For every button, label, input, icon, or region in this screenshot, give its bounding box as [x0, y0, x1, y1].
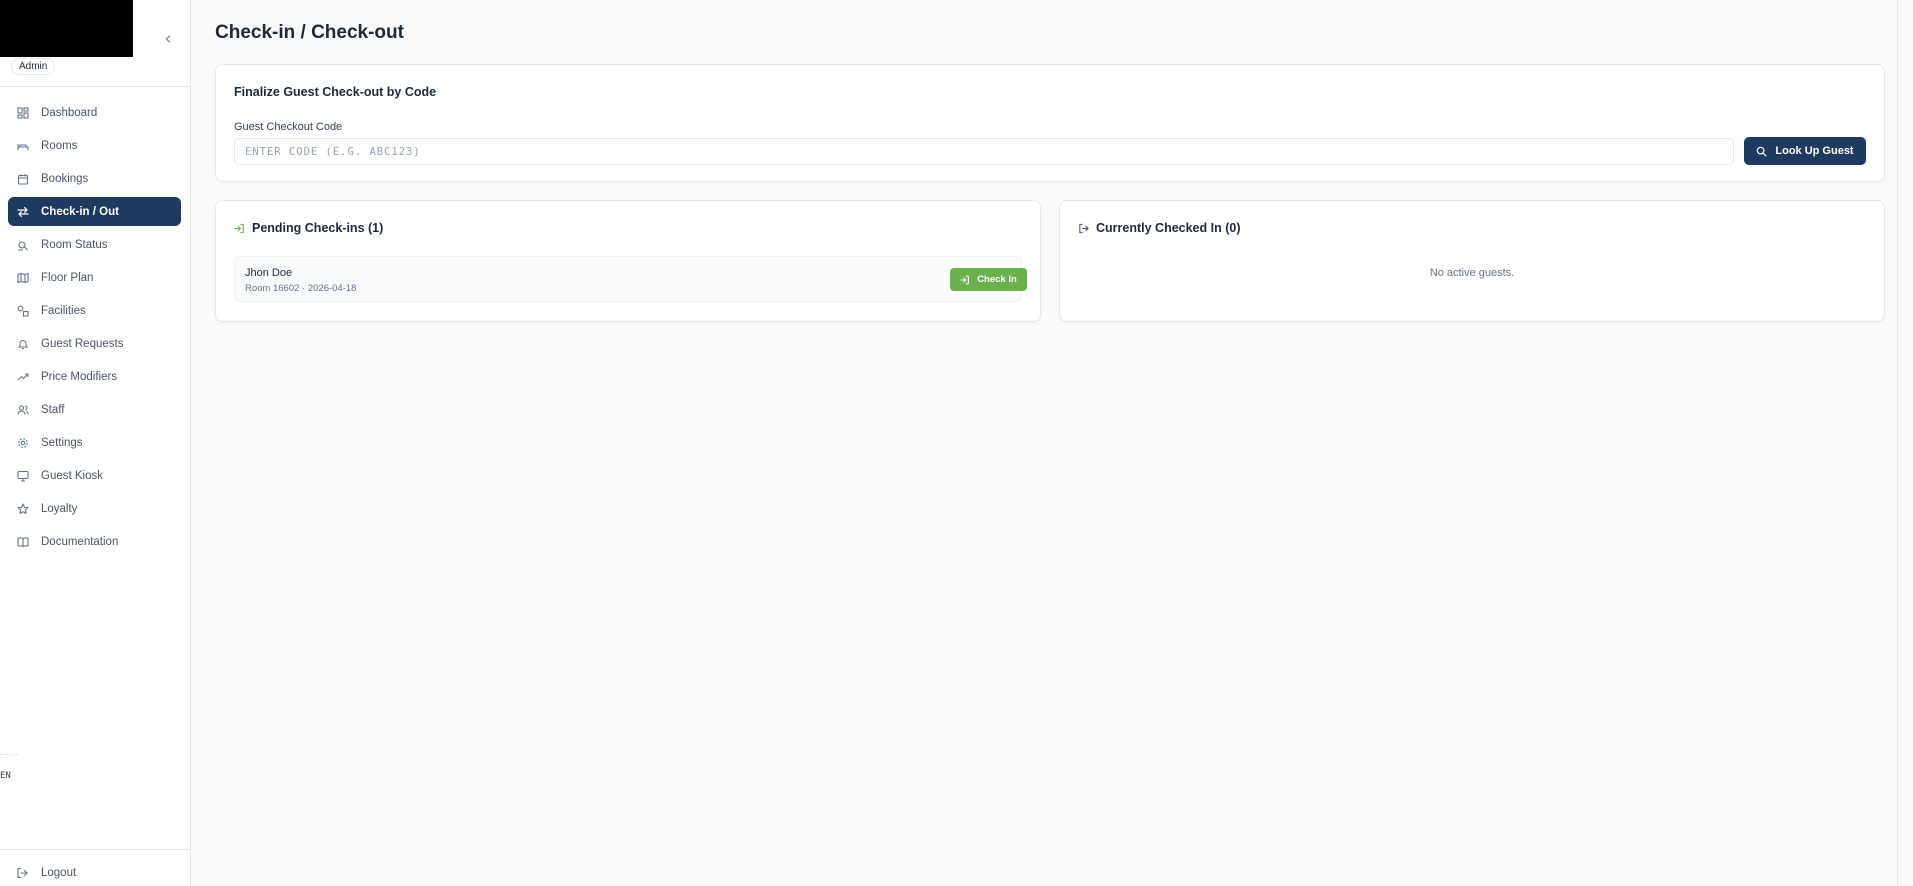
guest-name: Jhon Doe [245, 267, 293, 279]
sidebar-item-guest-requests[interactable]: Guest Requests [8, 329, 181, 358]
finalize-checkout-card: Finalize Guest Check-out by Code Guest C… [215, 64, 1885, 182]
role-badge: Admin [11, 58, 56, 75]
sidebar-item-label: Price Modifiers [41, 370, 118, 383]
sidebar-item-price-modifiers[interactable]: Price Modifiers [8, 362, 181, 391]
map-icon [16, 271, 30, 285]
sidebar-item-label: Check-in / Out [41, 205, 119, 218]
dashboard-icon [16, 106, 30, 120]
list-item: Jhon Doe Room 16602 · 2026-04-18 Check I… [234, 256, 1027, 302]
sidebar-item-label: Floor Plan [41, 271, 94, 284]
calendar-icon [16, 172, 30, 186]
monitor-icon [16, 469, 30, 483]
bed-icon [16, 139, 30, 153]
language-separator: ...... [0, 748, 20, 757]
guest-room-date: Room 16602 · 2026-04-18 [245, 283, 357, 294]
book-icon [16, 535, 30, 549]
checked-in-card-title: Currently Checked In (0) [1096, 221, 1241, 235]
logout-divider [0, 849, 190, 850]
look-up-guest-label: Look Up Guest [1775, 145, 1854, 157]
finalize-card-title: Finalize Guest Check-out by Code [234, 85, 437, 99]
sidebar-item-room-status[interactable]: Room Status [8, 230, 181, 259]
star-icon [16, 502, 30, 516]
sidebar-item-guest-kiosk[interactable]: Guest Kiosk [8, 461, 181, 490]
sidebar-item-documentation[interactable]: Documentation [8, 527, 181, 556]
pending-card-title: Pending Check-ins (1) [252, 221, 384, 235]
page-title: Check-in / Check-out [215, 22, 404, 43]
sidebar-item-settings[interactable]: Settings [8, 428, 181, 457]
sidebar-item-label: Settings [41, 436, 83, 449]
sidebar-item-label: Staff [41, 403, 65, 416]
pending-checkins-card: Pending Check-ins (1) Jhon Doe Room 1660… [215, 200, 1041, 322]
sidebar-item-dashboard[interactable]: Dashboard [8, 98, 181, 127]
collapse-sidebar-button[interactable] [161, 33, 175, 47]
sidebar-divider [0, 86, 190, 87]
sidebar-item-label: Loyalty [41, 502, 78, 515]
sidebar-item-bookings[interactable]: Bookings [8, 164, 181, 193]
sidebar-item-label: Bookings [41, 172, 89, 185]
empty-state: No active guests. [1429, 267, 1515, 279]
sidebar: Admin Dashboard Rooms Bookings Check-in … [0, 0, 191, 886]
look-up-guest-button[interactable]: Look Up Guest [1744, 137, 1866, 165]
scrollbar-track[interactable] [1897, 0, 1898, 886]
sidebar-item-label: Room Status [41, 238, 108, 251]
pending-card-header: Pending Check-ins (1) [234, 221, 383, 235]
login-icon [234, 222, 246, 234]
spray-icon [16, 238, 30, 252]
logout-icon [1078, 222, 1090, 234]
sidebar-item-label: Rooms [41, 139, 78, 152]
sidebar-item-label: Guest Requests [41, 337, 124, 350]
logo [0, 0, 133, 57]
logout-button[interactable]: Logout [16, 866, 76, 880]
sidebar-item-staff[interactable]: Staff [8, 395, 181, 424]
checkout-code-label: Guest Checkout Code [234, 121, 343, 133]
sidebar-item-check-in-out[interactable]: Check-in / Out [8, 197, 181, 226]
currently-checked-in-card: Currently Checked In (0) No active guest… [1059, 200, 1885, 322]
sidebar-item-loyalty[interactable]: Loyalty [8, 494, 181, 523]
sidebar-item-label: Guest Kiosk [41, 469, 103, 482]
users-icon [16, 403, 30, 417]
sidebar-item-rooms[interactable]: Rooms [8, 131, 181, 160]
sidebar-item-label: Documentation [41, 535, 119, 548]
check-in-button[interactable]: Check In [950, 268, 1027, 291]
gear-icon [16, 436, 30, 450]
sidebar-item-facilities[interactable]: Facilities [8, 296, 181, 325]
arrows-swap-icon [16, 205, 30, 219]
sidebar-item-label: Dashboard [41, 106, 98, 119]
trending-up-icon [16, 370, 30, 384]
logout-icon [16, 866, 30, 880]
login-icon [960, 275, 970, 285]
shapes-icon [16, 304, 30, 318]
search-icon [1756, 146, 1767, 157]
sidebar-item-label: Facilities [41, 304, 86, 317]
checked-in-card-header: Currently Checked In (0) [1078, 221, 1240, 235]
check-in-label: Check In [977, 274, 1017, 285]
sidebar-item-floor-plan[interactable]: Floor Plan [8, 263, 181, 292]
sidebar-nav: Dashboard Rooms Bookings Check-in / Out … [8, 98, 181, 560]
language-selector[interactable]: EN [0, 771, 11, 781]
chevron-left-icon [165, 35, 171, 43]
bell-icon [16, 337, 30, 351]
logout-label: Logout [41, 867, 77, 879]
checkout-code-input[interactable] [234, 138, 1734, 165]
